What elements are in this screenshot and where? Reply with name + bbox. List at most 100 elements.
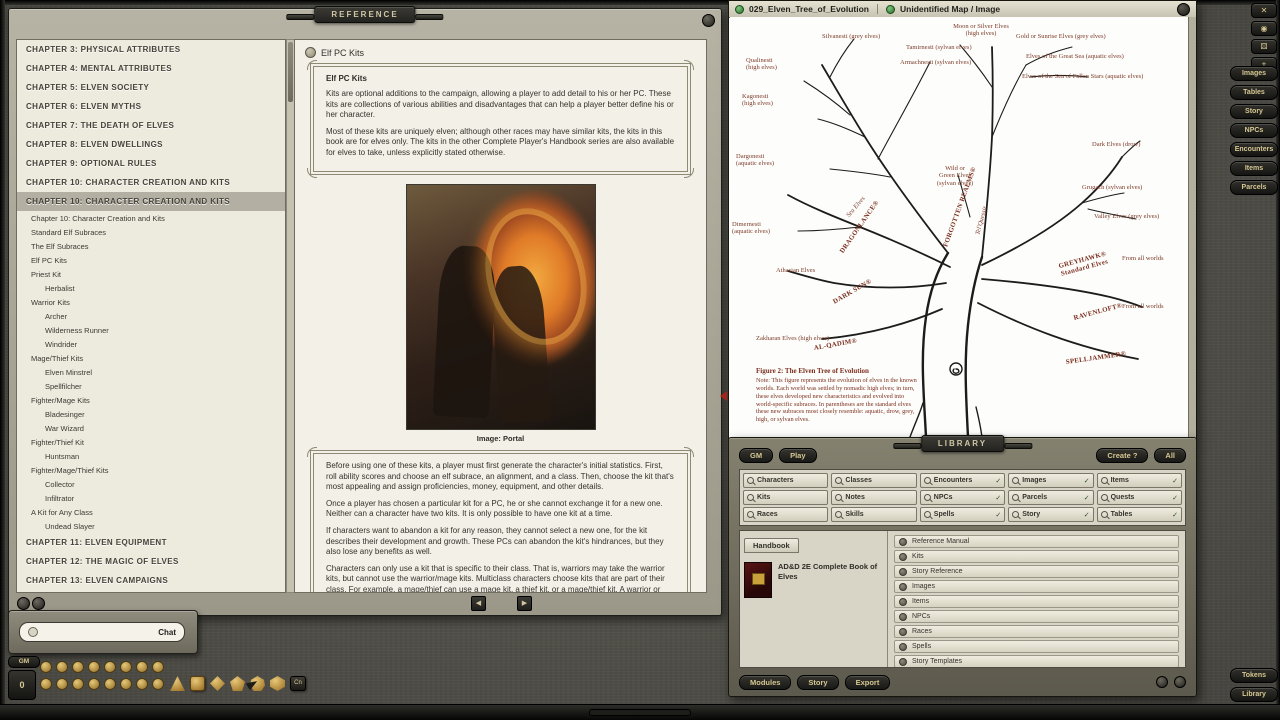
module-content-row[interactable]: Story Reference [894, 565, 1179, 578]
coin-token[interactable] [40, 661, 52, 673]
module-content-row[interactable]: NPCs [894, 610, 1179, 623]
dock-icon-button[interactable]: ⚄ [1251, 39, 1277, 54]
index-item[interactable]: Fighter/Mage/Thief Kits [17, 463, 285, 477]
index-item[interactable]: Elven Minstrel [17, 365, 285, 379]
index-item[interactable]: Mage/Thief Kits [17, 351, 285, 365]
index-item[interactable]: Spellfilcher [17, 379, 285, 393]
index-item[interactable]: Chapter 12: The Magic of Elves [17, 552, 285, 571]
coin-token[interactable] [120, 661, 132, 673]
chat-input[interactable]: Chat [19, 622, 185, 642]
index-item[interactable]: Chapter 6: Elven Myths [17, 97, 285, 116]
index-item[interactable]: Chapter 11: Elven Equipment [17, 533, 285, 552]
index-item[interactable]: Appendices [17, 590, 285, 593]
index-item[interactable]: Undead Slayer [17, 519, 285, 533]
module-tab-handbook[interactable]: Handbook [744, 538, 799, 553]
index-item[interactable]: Fighter/Thief Kit [17, 435, 285, 449]
index-item[interactable]: Chapter 10: Character Creation and Kits [17, 192, 285, 211]
category-button[interactable]: Tables ✓ [1097, 507, 1182, 522]
category-button[interactable]: Classes ✓ [831, 473, 916, 488]
dock-tab[interactable]: Story [1230, 104, 1278, 119]
index-item[interactable]: War Wizard [17, 421, 285, 435]
coin-token[interactable] [120, 678, 132, 690]
index-item[interactable]: Chapter 9: Optional Rules [17, 154, 285, 173]
index-item[interactable]: The Elf Subraces [17, 239, 285, 253]
map-scroll-rail[interactable] [1188, 17, 1196, 438]
index-item[interactable]: Huntsman [17, 449, 285, 463]
dock-tab[interactable]: Library [1230, 687, 1278, 702]
index-item[interactable]: Archer [17, 309, 285, 323]
category-button[interactable]: Images ✓ [1008, 473, 1093, 488]
category-button[interactable]: Story ✓ [1008, 507, 1093, 522]
dock-tab[interactable]: Encounters [1230, 142, 1278, 157]
prev-page-button[interactable]: ◀ [471, 596, 486, 611]
category-button[interactable]: Spells ✓ [920, 507, 1005, 522]
index-item[interactable]: Herbalist [17, 281, 285, 295]
die[interactable] [270, 676, 285, 691]
coin-token[interactable] [72, 661, 84, 673]
map-titlebar[interactable]: 029_Elven_Tree_of_Evolution Unidentified… [729, 1, 1196, 18]
window-option-knob[interactable] [32, 597, 45, 610]
index-item[interactable]: Elf PC Kits [17, 253, 285, 267]
die[interactable]: Cn [290, 676, 306, 691]
index-item[interactable]: Bladesinger [17, 407, 285, 421]
module-content-row[interactable]: Kits [894, 550, 1179, 563]
module-content-row[interactable]: Spells [894, 640, 1179, 653]
gm-identity-badge[interactable]: GM [8, 656, 40, 668]
coin-token[interactable] [136, 661, 148, 673]
all-button[interactable]: All [1154, 448, 1186, 463]
coin-token[interactable] [104, 678, 116, 690]
index-item[interactable]: A Kit for Any Class [17, 505, 285, 519]
category-button[interactable]: Encounters ✓ [920, 473, 1005, 488]
page-link-icon[interactable] [305, 47, 316, 58]
index-item[interactable]: Warrior Kits [17, 295, 285, 309]
portal-artwork[interactable] [406, 184, 596, 430]
die[interactable] [170, 676, 185, 691]
index-item[interactable]: Chapter 13: Elven Campaigns [17, 571, 285, 590]
dock-tab[interactable]: Tokens [1230, 668, 1278, 683]
category-button[interactable]: NPCs ✓ [920, 490, 1005, 505]
link-dot-icon[interactable] [735, 5, 744, 14]
index-item[interactable]: Chapter 10: Character Creation and Kits [17, 211, 285, 225]
module-content-row[interactable]: Story Templates [894, 655, 1179, 667]
dock-icon-button[interactable]: ✕ [1251, 3, 1277, 18]
dock-tab[interactable]: Items [1230, 161, 1278, 176]
category-button[interactable]: Races ✓ [743, 507, 828, 522]
coin-token[interactable] [104, 661, 116, 673]
module-content-row[interactable]: Races [894, 625, 1179, 638]
coin-token[interactable] [136, 678, 148, 690]
library-option-knob[interactable] [1156, 676, 1168, 688]
die[interactable] [230, 676, 245, 691]
export-button[interactable]: Export [845, 675, 891, 690]
play-filter-button[interactable]: Play [779, 448, 816, 463]
category-button[interactable]: Notes ✓ [831, 490, 916, 505]
die[interactable] [210, 676, 225, 691]
category-button[interactable]: Items ✓ [1097, 473, 1182, 488]
category-button[interactable]: Skills ✓ [831, 507, 916, 522]
index-item[interactable]: Chapter 5: Elven Society [17, 78, 285, 97]
story-button[interactable]: Story [797, 675, 838, 690]
dock-tab[interactable]: Tables [1230, 85, 1278, 100]
coin-token[interactable] [56, 678, 68, 690]
coin-token[interactable] [152, 661, 164, 673]
category-button[interactable]: Quests ✓ [1097, 490, 1182, 505]
module-content-row[interactable]: Images [894, 580, 1179, 593]
dock-icon-button[interactable]: ◉ [1251, 21, 1277, 36]
next-page-button[interactable]: ▶ [517, 596, 532, 611]
index-item[interactable]: Chapter 7: The Death of Elves [17, 116, 285, 135]
index-item[interactable]: Priest Kit [17, 267, 285, 281]
index-item[interactable]: Windrider [17, 337, 285, 351]
create-button[interactable]: Create ? [1096, 448, 1148, 463]
index-item[interactable]: Chapter 4: Mental Attributes [17, 59, 285, 78]
coin-token[interactable] [88, 661, 100, 673]
coin-token[interactable] [152, 678, 164, 690]
modules-button[interactable]: Modules [739, 675, 791, 690]
index-item[interactable]: Chapter 10: Character Creation and Kits [17, 173, 285, 192]
die[interactable] [190, 676, 205, 691]
map-canvas[interactable]: Moon or Silver Elves (high elves)Silvane… [730, 17, 1188, 437]
category-button[interactable]: Parcels ✓ [1008, 490, 1093, 505]
coin-token[interactable] [56, 661, 68, 673]
dock-tab[interactable]: Parcels [1230, 180, 1278, 195]
library-window-title[interactable]: LIBRARY [921, 435, 1004, 452]
index-item[interactable]: Wilderness Runner [17, 323, 285, 337]
module-content-row[interactable]: Reference Manual [894, 535, 1179, 548]
